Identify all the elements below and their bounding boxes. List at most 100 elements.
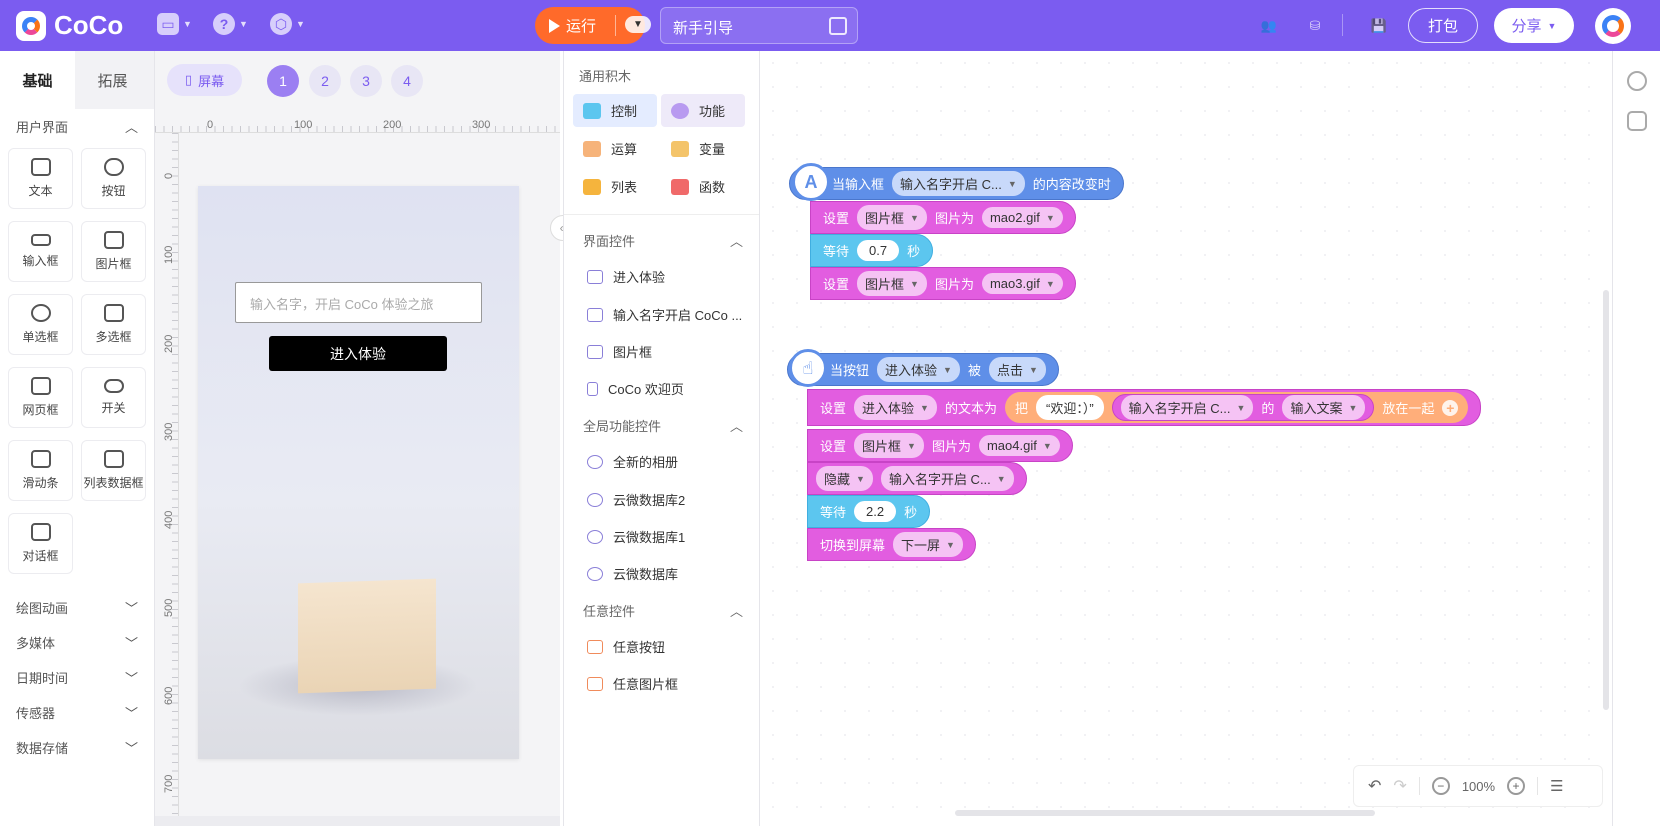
- workspace-horizontal-scrollbar[interactable]: [955, 810, 1375, 816]
- zoom-in-icon[interactable]: +: [1507, 777, 1526, 795]
- string-input[interactable]: “欢迎：）”: [1035, 395, 1104, 420]
- save-icon[interactable]: 💾: [1367, 14, 1391, 38]
- component-checkbox[interactable]: 多选框: [81, 294, 146, 355]
- palette-item[interactable]: 全新的相册: [587, 452, 678, 471]
- align-blocks-icon[interactable]: ☰: [1550, 777, 1563, 795]
- event-type-dropdown[interactable]: 点击 ▼: [988, 357, 1046, 382]
- palette-item[interactable]: 任意图片框: [587, 674, 678, 693]
- wait-block[interactable]: 等待 2.2 秒: [807, 495, 931, 528]
- wait-block[interactable]: 等待 0.7 秒: [810, 234, 934, 267]
- button-select-dropdown[interactable]: 进入体验 ▼: [877, 357, 960, 382]
- workspace-vertical-scrollbar[interactable]: [1603, 290, 1609, 710]
- redo-icon[interactable]: ↷: [1393, 776, 1406, 796]
- page-2[interactable]: 2: [309, 65, 341, 97]
- component-webview[interactable]: 网页框: [8, 367, 73, 428]
- set-text-block[interactable]: 设置 进入体验 ▼ 的文本为 把 “欢迎：）” 输入名字开启 C... ▼ 的 输入…: [807, 389, 1482, 426]
- palette-item[interactable]: 云微数据库1: [587, 527, 685, 546]
- zoom-out-icon[interactable]: −: [1431, 777, 1450, 795]
- debug-bug-icon[interactable]: [1627, 71, 1647, 91]
- join-block[interactable]: 把 “欢迎：）” 输入名字开启 C... ▼ 的 输入文案 ▼ 放在一起 +: [1004, 392, 1469, 423]
- palette-item[interactable]: 任意按钮: [587, 637, 665, 656]
- palette-item[interactable]: 云微数据库2: [587, 490, 685, 509]
- section-drawing[interactable]: 绘图动画 ﹀: [0, 590, 154, 625]
- component-input[interactable]: 输入框: [8, 221, 73, 282]
- add-icon[interactable]: +: [1442, 399, 1459, 416]
- screen-dropdown[interactable]: 下一屏 ▼: [893, 532, 963, 557]
- avatar[interactable]: [1595, 8, 1631, 44]
- project-title-field[interactable]: 新手引导: [660, 7, 858, 44]
- component-slider[interactable]: 滑动条: [8, 440, 73, 501]
- wait-seconds-input[interactable]: 2.2: [854, 501, 897, 522]
- component-image[interactable]: 图片框: [81, 221, 146, 282]
- code-workspace[interactable]: 当输入框 输入名字开启 C... ▼ 的内容改变时 A 设置 图片框 ▼ 图片为 m…: [761, 51, 1612, 826]
- category-function[interactable]: 功能: [661, 94, 745, 127]
- palette-item[interactable]: 云微数据库: [587, 564, 678, 583]
- share-button[interactable]: 分享 ▼: [1494, 8, 1574, 43]
- property-dropdown[interactable]: 输入文案 ▼: [1282, 395, 1366, 420]
- image-dropdown[interactable]: mao4.gif ▼: [978, 435, 1060, 456]
- category-variable[interactable]: 变量: [661, 132, 745, 165]
- section-ui-controls[interactable]: 界面控件 ︿: [583, 231, 743, 250]
- help-menu[interactable]: ? ▼: [213, 13, 248, 35]
- category-list[interactable]: 列表: [573, 170, 657, 203]
- undo-icon[interactable]: ↶: [1368, 776, 1381, 796]
- component-button[interactable]: 按钮: [81, 148, 146, 209]
- run-options-chevron-icon[interactable]: ▼: [625, 16, 651, 33]
- toolbox-icon[interactable]: [1627, 111, 1647, 131]
- component-dialog[interactable]: 对话框: [8, 513, 73, 574]
- screen-button[interactable]: ▯ 屏幕: [167, 64, 242, 96]
- collaborators-icon[interactable]: 👥: [1257, 14, 1281, 38]
- event-button-click-block[interactable]: 当按钮 进入体验 ▼ 被 点击 ▼: [787, 353, 1059, 386]
- target-dropdown[interactable]: 输入名字开启 C... ▼: [880, 466, 1014, 491]
- section-media[interactable]: 多媒体 ﹀: [0, 625, 154, 660]
- wait-seconds-input[interactable]: 0.7: [857, 240, 900, 261]
- source-dropdown[interactable]: 输入名字开启 C... ▼: [1120, 395, 1254, 420]
- category-function-def[interactable]: 函数: [661, 170, 745, 203]
- category-control[interactable]: 控制: [573, 94, 657, 127]
- switch-screen-block[interactable]: 切换到屏幕 下一屏 ▼: [807, 528, 976, 561]
- page-1[interactable]: 1: [267, 65, 299, 97]
- preview-enter-button[interactable]: 进入体验: [269, 336, 447, 371]
- palette-item[interactable]: 图片框: [587, 342, 652, 361]
- page-4[interactable]: 4: [391, 65, 423, 97]
- page-3[interactable]: 3: [350, 65, 382, 97]
- set-image-block[interactable]: 设置 图片框 ▼ 图片为 mao2.gif ▼: [810, 201, 1076, 234]
- settings-menu[interactable]: ⬡ ▼: [270, 13, 305, 35]
- set-image-block[interactable]: 设置 图片框 ▼ 图片为 mao4.gif ▼: [807, 429, 1073, 462]
- palette-item[interactable]: 输入名字开启 CoCo ...: [587, 305, 742, 324]
- app-logo[interactable]: CoCo: [16, 10, 123, 41]
- target-dropdown[interactable]: 图片框 ▼: [857, 271, 927, 296]
- image-dropdown[interactable]: mao2.gif ▼: [981, 207, 1063, 228]
- action-dropdown[interactable]: 隐藏 ▼: [816, 466, 873, 491]
- target-dropdown[interactable]: 图片框 ▼: [857, 205, 927, 230]
- image-dropdown[interactable]: mao3.gif ▼: [981, 273, 1063, 294]
- database-settings-icon[interactable]: ⛁: [1303, 14, 1327, 38]
- component-list-data[interactable]: 列表数据框: [81, 440, 146, 501]
- target-dropdown[interactable]: 图片框 ▼: [854, 433, 924, 458]
- section-datetime[interactable]: 日期时间 ﹀: [0, 660, 154, 695]
- component-text[interactable]: 文本: [8, 148, 73, 209]
- stage-scrollbar[interactable]: [155, 816, 560, 826]
- edit-icon[interactable]: [829, 17, 847, 35]
- section-any-controls[interactable]: 任意控件 ︿: [583, 601, 743, 620]
- file-menu[interactable]: ▭ ▼: [157, 13, 192, 35]
- preview-name-input[interactable]: 输入名字，开启 CoCo 体验之旅: [235, 282, 482, 323]
- component-radio[interactable]: 单选框: [8, 294, 73, 355]
- section-user-interface[interactable]: 用户界面 ︿: [0, 109, 154, 144]
- phone-preview[interactable]: 输入名字，开启 CoCo 体验之旅 进入体验: [198, 186, 519, 759]
- palette-item[interactable]: 进入体验: [587, 267, 665, 286]
- get-property-block[interactable]: 输入名字开启 C... ▼ 的 输入文案 ▼: [1111, 394, 1375, 421]
- hide-block[interactable]: 隐藏 ▼ 输入名字开启 C... ▼: [807, 462, 1027, 495]
- pack-button[interactable]: 打包: [1408, 8, 1478, 43]
- tab-basic[interactable]: 基础: [0, 51, 75, 109]
- tab-extension[interactable]: 拓展: [75, 51, 150, 109]
- section-sensor[interactable]: 传感器 ﹀: [0, 695, 154, 730]
- set-image-block[interactable]: 设置 图片框 ▼ 图片为 mao3.gif ▼: [810, 267, 1076, 300]
- event-input-change-block[interactable]: 当输入框 输入名字开启 C... ▼ 的内容改变时: [789, 167, 1124, 200]
- input-select-dropdown[interactable]: 输入名字开启 C... ▼: [892, 171, 1025, 196]
- palette-item[interactable]: CoCo 欢迎页: [587, 379, 684, 398]
- section-storage[interactable]: 数据存储 ﹀: [0, 730, 154, 765]
- target-dropdown[interactable]: 进入体验 ▼: [854, 395, 937, 420]
- component-switch[interactable]: 开关: [81, 367, 146, 428]
- section-global-controls[interactable]: 全局功能控件 ︿: [583, 416, 743, 435]
